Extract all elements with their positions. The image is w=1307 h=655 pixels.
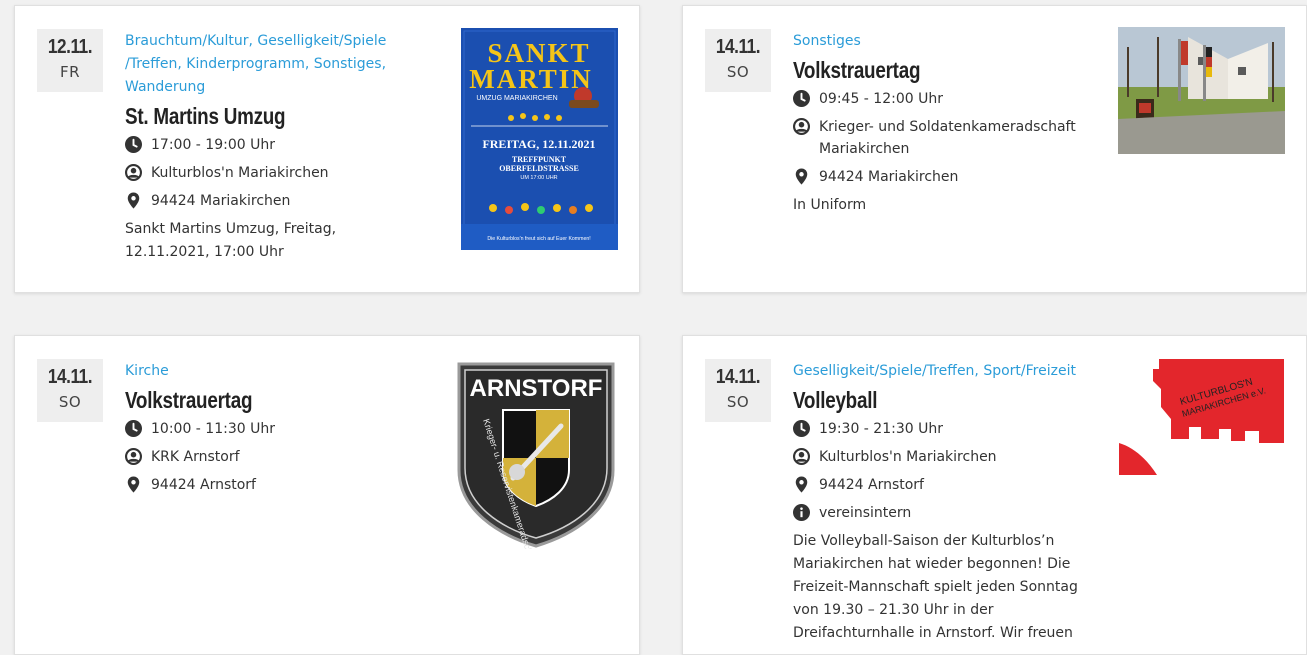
date-badge: 12.11. FR bbox=[37, 29, 103, 92]
event-organizer: Kulturblos'n Mariakirchen bbox=[819, 449, 997, 465]
arnstorf-badge: ARNSTORF Krieger- u. Reservistenkamerads… bbox=[457, 362, 615, 549]
event-details: Sonstiges Volkstrauertag 09:45 - 12:00 U… bbox=[793, 30, 1093, 217]
event-date: 14.11. bbox=[47, 366, 93, 388]
map-marker-icon bbox=[127, 192, 140, 209]
event-title[interactable]: St. Martins Umzug bbox=[125, 101, 371, 131]
badge-top-text: ARNSTORF bbox=[470, 375, 603, 402]
clock-icon bbox=[793, 420, 810, 437]
event-description: Sankt Martins Umzug, Freitag, 12.11.2021… bbox=[125, 221, 337, 260]
date-badge: 14.11. SO bbox=[705, 359, 771, 422]
event-logo-image[interactable]: KULTURBLOS'N MARIAKIRCHEN e.V. bbox=[1119, 359, 1284, 475]
event-poster-image[interactable]: SANKT MARTIN UMZUG MARIAKIRCHEN FREITAG,… bbox=[461, 28, 618, 250]
event-categories-link[interactable]: Geselligkeit/Spiele/Treffen, Sport/Freiz… bbox=[793, 360, 1093, 383]
user-icon bbox=[125, 448, 142, 465]
event-details: Kirche Volkstrauertag 10:00 - 11:30 Uhr … bbox=[125, 360, 425, 502]
event-info: vereinsintern bbox=[819, 505, 912, 521]
memorial-photo bbox=[1118, 27, 1285, 154]
user-icon bbox=[793, 448, 810, 465]
event-time: 09:45 - 12:00 Uhr bbox=[819, 91, 943, 107]
event-badge-image[interactable]: ARNSTORF Krieger- u. Reservistenkamerads… bbox=[453, 360, 619, 549]
event-card[interactable]: 14.11. SO Geselligkeit/Spiele/Treffen, S… bbox=[682, 335, 1307, 655]
event-time: 10:00 - 11:30 Uhr bbox=[151, 421, 275, 437]
map-marker-icon bbox=[795, 476, 808, 493]
event-weekday: SO bbox=[726, 393, 750, 411]
event-weekday: SO bbox=[58, 393, 82, 411]
map-marker-icon bbox=[795, 168, 808, 185]
user-icon bbox=[125, 164, 142, 181]
event-categories-link[interactable]: Sonstiges bbox=[793, 30, 1093, 53]
event-location: 94424 Arnstorf bbox=[819, 477, 924, 493]
poster-meet-1: TREFFPUNKT bbox=[512, 155, 567, 164]
event-title[interactable]: Volleyball bbox=[793, 385, 1039, 415]
event-time-row: 19:30 - 21:30 Uhr bbox=[793, 418, 1093, 440]
info-icon bbox=[793, 504, 810, 521]
poster-title-2: MARTIN bbox=[469, 64, 593, 94]
event-date: 14.11. bbox=[715, 366, 761, 388]
event-details: Geselligkeit/Spiele/Treffen, Sport/Freiz… bbox=[793, 360, 1093, 645]
event-details: Brauchtum/Kultur, Geselligkeit/Spiele /T… bbox=[125, 30, 425, 264]
date-badge: 14.11. SO bbox=[705, 29, 771, 92]
event-organizer: Krieger- und Soldatenkameradschaft Maria… bbox=[819, 119, 1076, 157]
event-time: 17:00 - 19:00 Uhr bbox=[151, 137, 275, 153]
event-location: 94424 Mariakirchen bbox=[819, 169, 959, 185]
event-info-row: vereinsintern bbox=[793, 502, 1093, 524]
event-card[interactable]: 12.11. FR Brauchtum/Kultur, Geselligkeit… bbox=[14, 5, 640, 293]
poster-footer: Die Kulturblos'n freut sich auf Euer Kom… bbox=[487, 236, 590, 242]
map-marker-icon bbox=[127, 476, 140, 493]
poster-date: FREITAG, 12.11.2021 bbox=[482, 137, 595, 151]
event-location-row: 94424 Arnstorf bbox=[793, 474, 1093, 496]
event-location: 94424 Arnstorf bbox=[151, 477, 256, 493]
event-categories-link[interactable]: Kirche bbox=[125, 360, 425, 383]
event-time-row: 10:00 - 11:30 Uhr bbox=[125, 418, 425, 440]
event-organizer: KRK Arnstorf bbox=[151, 449, 240, 465]
event-photo-image[interactable] bbox=[1118, 27, 1285, 154]
kulturblosn-logo: KULTURBLOS'N MARIAKIRCHEN e.V. bbox=[1119, 359, 1284, 475]
date-badge: 14.11. SO bbox=[37, 359, 103, 422]
event-description: In Uniform bbox=[793, 197, 867, 213]
event-card[interactable]: 14.11. SO Kirche Volkstrauertag 10:00 - … bbox=[14, 335, 640, 655]
event-location-row: 94424 Arnstorf bbox=[125, 474, 425, 496]
user-icon bbox=[793, 118, 810, 135]
event-date: 12.11. bbox=[47, 36, 93, 58]
sankt-martin-poster: SANKT MARTIN UMZUG MARIAKIRCHEN FREITAG,… bbox=[461, 28, 618, 250]
event-organizer-row: Krieger- und Soldatenkameradschaft Maria… bbox=[793, 116, 1093, 160]
event-title[interactable]: Volkstrauertag bbox=[125, 385, 371, 415]
event-location-row: 94424 Mariakirchen bbox=[125, 190, 425, 212]
event-organizer-row: KRK Arnstorf bbox=[125, 446, 425, 468]
event-weekday: SO bbox=[726, 63, 750, 81]
event-organizer: Kulturblos'n Mariakirchen bbox=[151, 165, 329, 181]
event-weekday: FR bbox=[59, 63, 81, 81]
clock-icon bbox=[793, 90, 810, 107]
event-date: 14.11. bbox=[715, 36, 761, 58]
event-location-row: 94424 Mariakirchen bbox=[793, 166, 1093, 188]
clock-icon bbox=[125, 420, 142, 437]
poster-meet-2: OBERFELDSTRASSE bbox=[499, 164, 579, 173]
event-organizer-row: Kulturblos'n Mariakirchen bbox=[793, 446, 1093, 468]
poster-meet-3: UM 17:00 UHR bbox=[520, 175, 557, 181]
clock-icon bbox=[125, 136, 142, 153]
event-location: 94424 Mariakirchen bbox=[151, 193, 291, 209]
event-description: Die Volleyball-Saison der Kulturblos’n M… bbox=[793, 533, 1078, 641]
event-title[interactable]: Volkstrauertag bbox=[793, 55, 1039, 85]
event-time-row: 17:00 - 19:00 Uhr bbox=[125, 134, 425, 156]
event-time-row: 09:45 - 12:00 Uhr bbox=[793, 88, 1093, 110]
horse-figure bbox=[569, 100, 599, 108]
event-categories-link[interactable]: Brauchtum/Kultur, Geselligkeit/Spiele /T… bbox=[125, 30, 425, 99]
event-card[interactable]: 14.11. SO Sonstiges Volkstrauertag 09:45… bbox=[682, 5, 1307, 293]
poster-subtitle: UMZUG MARIAKIRCHEN bbox=[476, 95, 557, 102]
event-organizer-row: Kulturblos'n Mariakirchen bbox=[125, 162, 425, 184]
event-time: 19:30 - 21:30 Uhr bbox=[819, 421, 943, 437]
